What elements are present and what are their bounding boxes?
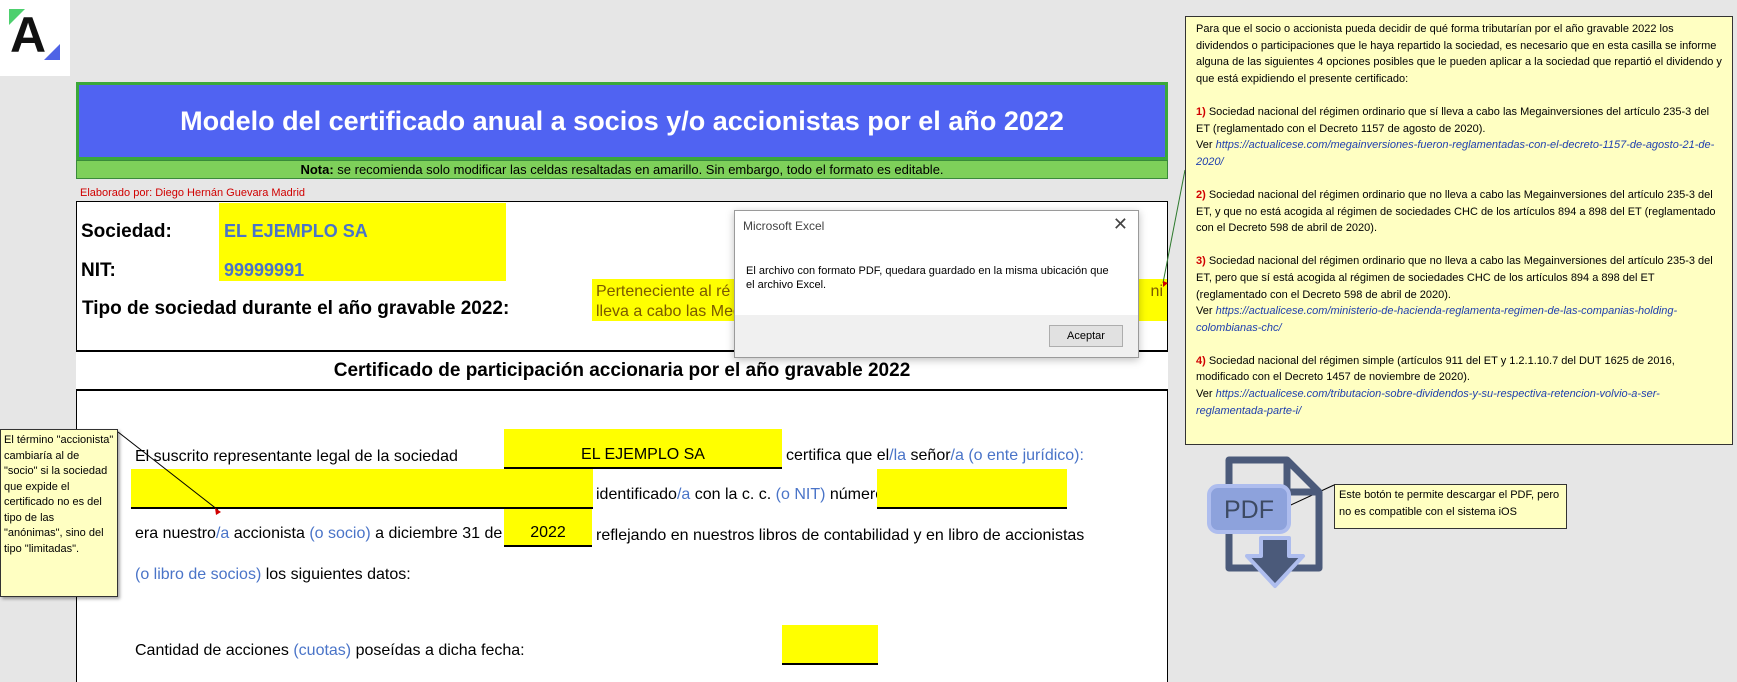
comment-intro: Para que el socio o accionista pueda dec…	[1196, 23, 1722, 85]
option-1-number: 1)	[1196, 105, 1206, 118]
pdf-label: PDF	[1224, 496, 1274, 524]
option-3: 3) Sociedad nacional del régimen ordinar…	[1196, 253, 1724, 336]
accionista-term-comment: El término "accionista" cambiaría al de …	[0, 429, 118, 597]
option-1-text: Sociedad nacional del régimen ordinario …	[1196, 105, 1710, 135]
option-4-link[interactable]: https://actualicese.com/tributacion-sobr…	[1196, 388, 1660, 417]
option-1-link[interactable]: https://actualicese.com/megainversiones-…	[1196, 139, 1714, 168]
option-3-text: Sociedad nacional del régimen ordinario …	[1196, 255, 1713, 301]
option-4: 4) Sociedad nacional del régimen simple …	[1196, 353, 1724, 419]
option-3-link[interactable]: https://actualicese.com/ministerio-de-ha…	[1196, 305, 1677, 334]
option-3-ver: Ver	[1196, 305, 1216, 318]
tax-options-comment: Para que el socio o accionista pueda dec…	[1185, 16, 1733, 445]
option-2: 2) Sociedad nacional del régimen ordinar…	[1196, 187, 1724, 237]
pdf-button-comment: Este botón te permite descargar el PDF, …	[1334, 484, 1567, 529]
pdf-download-button[interactable]: PDF	[1205, 456, 1325, 592]
pdf-download-icon: PDF	[1207, 456, 1323, 588]
option-1: 1) Sociedad nacional del régimen ordinar…	[1196, 104, 1724, 170]
option-2-number: 2)	[1196, 188, 1206, 201]
option-3-number: 3)	[1196, 255, 1206, 268]
option-4-number: 4)	[1196, 354, 1206, 367]
option-2-text: Sociedad nacional del régimen ordinario …	[1196, 188, 1716, 235]
option-1-ver: Ver	[1196, 139, 1216, 152]
option-4-text: Sociedad nacional del régimen simple (ar…	[1196, 354, 1675, 384]
option-4-ver: Ver	[1196, 388, 1216, 401]
